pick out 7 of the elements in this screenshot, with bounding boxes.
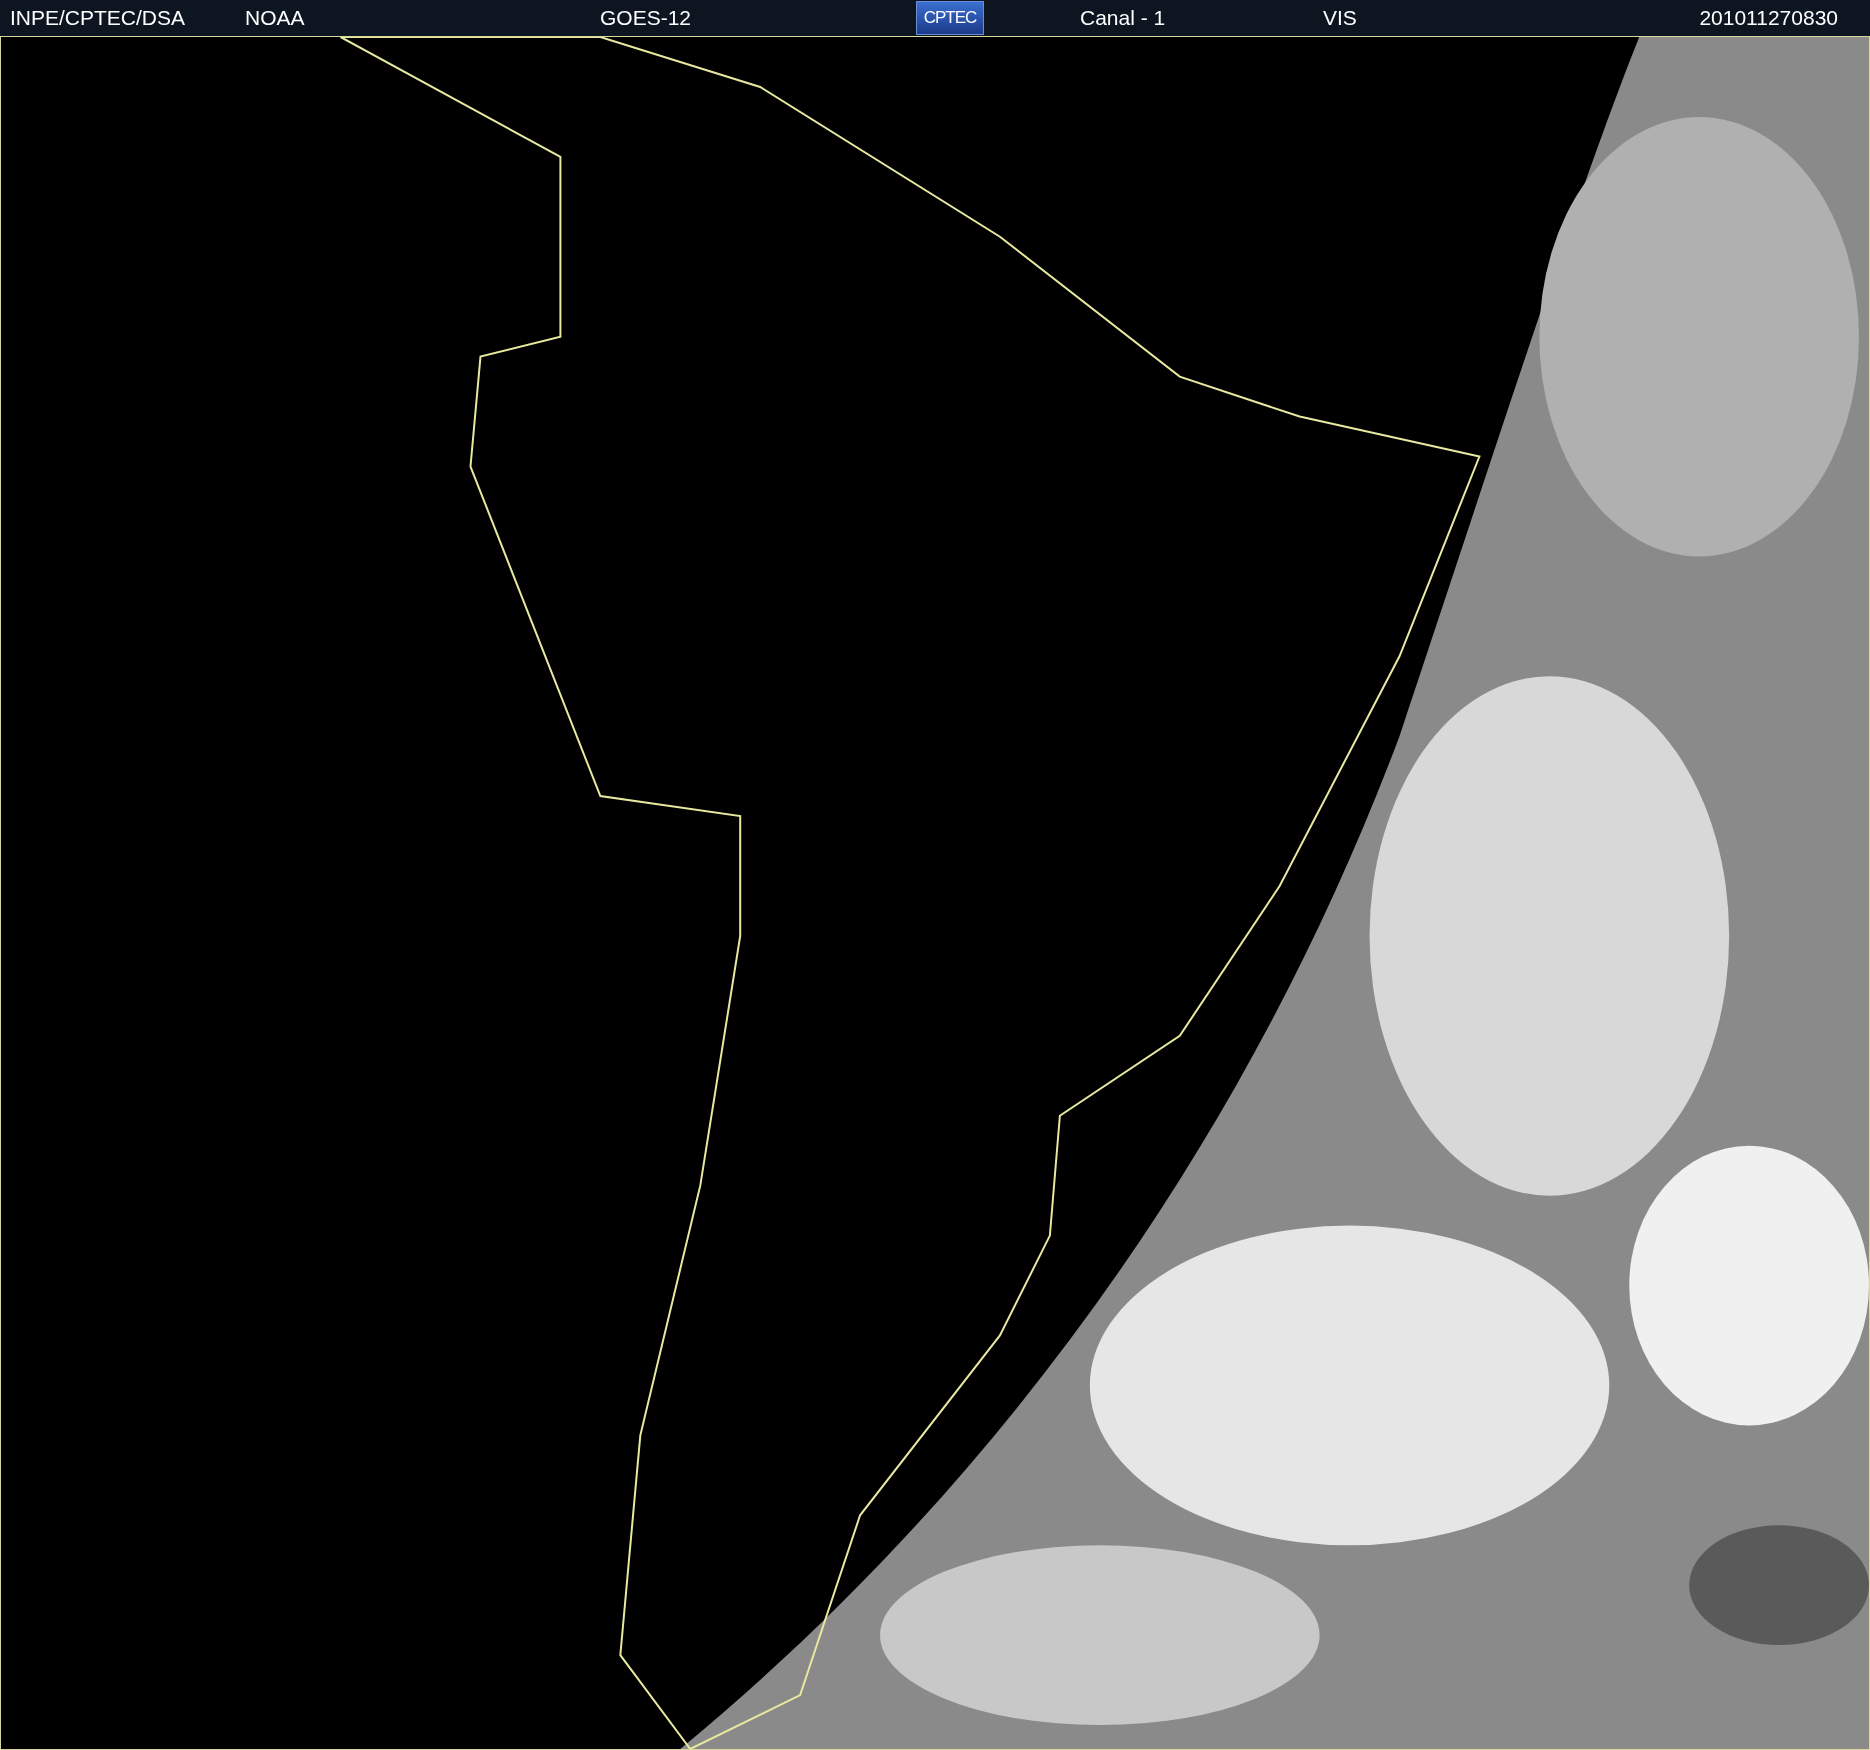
header-label: 201011270830	[1699, 6, 1838, 30]
header-label: GOES-12	[600, 6, 692, 30]
header-label: INPE/CPTEC/DSA	[10, 6, 186, 30]
logo: CPTEC	[916, 1, 984, 35]
header-label: VIS	[1323, 6, 1357, 30]
header-label: Canal - 1	[1080, 6, 1166, 30]
header-label: NOAA	[245, 6, 305, 30]
